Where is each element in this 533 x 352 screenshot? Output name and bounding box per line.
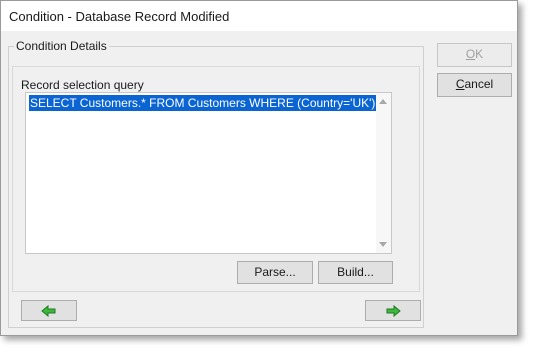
parse-button[interactable]: Parse... xyxy=(237,261,313,284)
scroll-down-arrow-icon[interactable] xyxy=(379,242,387,247)
build-button[interactable]: Build... xyxy=(318,261,393,284)
ok-button[interactable]: OK xyxy=(437,43,512,67)
dialog-title: Condition - Database Record Modified xyxy=(9,9,230,24)
group-label: Condition Details xyxy=(14,39,109,53)
query-text-selected[interactable]: SELECT Customers.* FROM Customers WHERE … xyxy=(29,95,377,111)
title-bar: Condition - Database Record Modified xyxy=(1,1,517,31)
query-label: Record selection query xyxy=(21,78,144,92)
cancel-button[interactable]: Cancel xyxy=(437,73,512,97)
vertical-scrollbar[interactable] xyxy=(376,93,391,253)
next-button[interactable] xyxy=(365,300,421,321)
back-button[interactable] xyxy=(21,300,77,321)
green-arrow-right-icon xyxy=(386,304,401,317)
scroll-up-arrow-icon[interactable] xyxy=(379,99,387,104)
green-arrow-left-icon xyxy=(41,304,56,317)
query-textarea[interactable]: SELECT Customers.* FROM Customers WHERE … xyxy=(25,92,392,254)
